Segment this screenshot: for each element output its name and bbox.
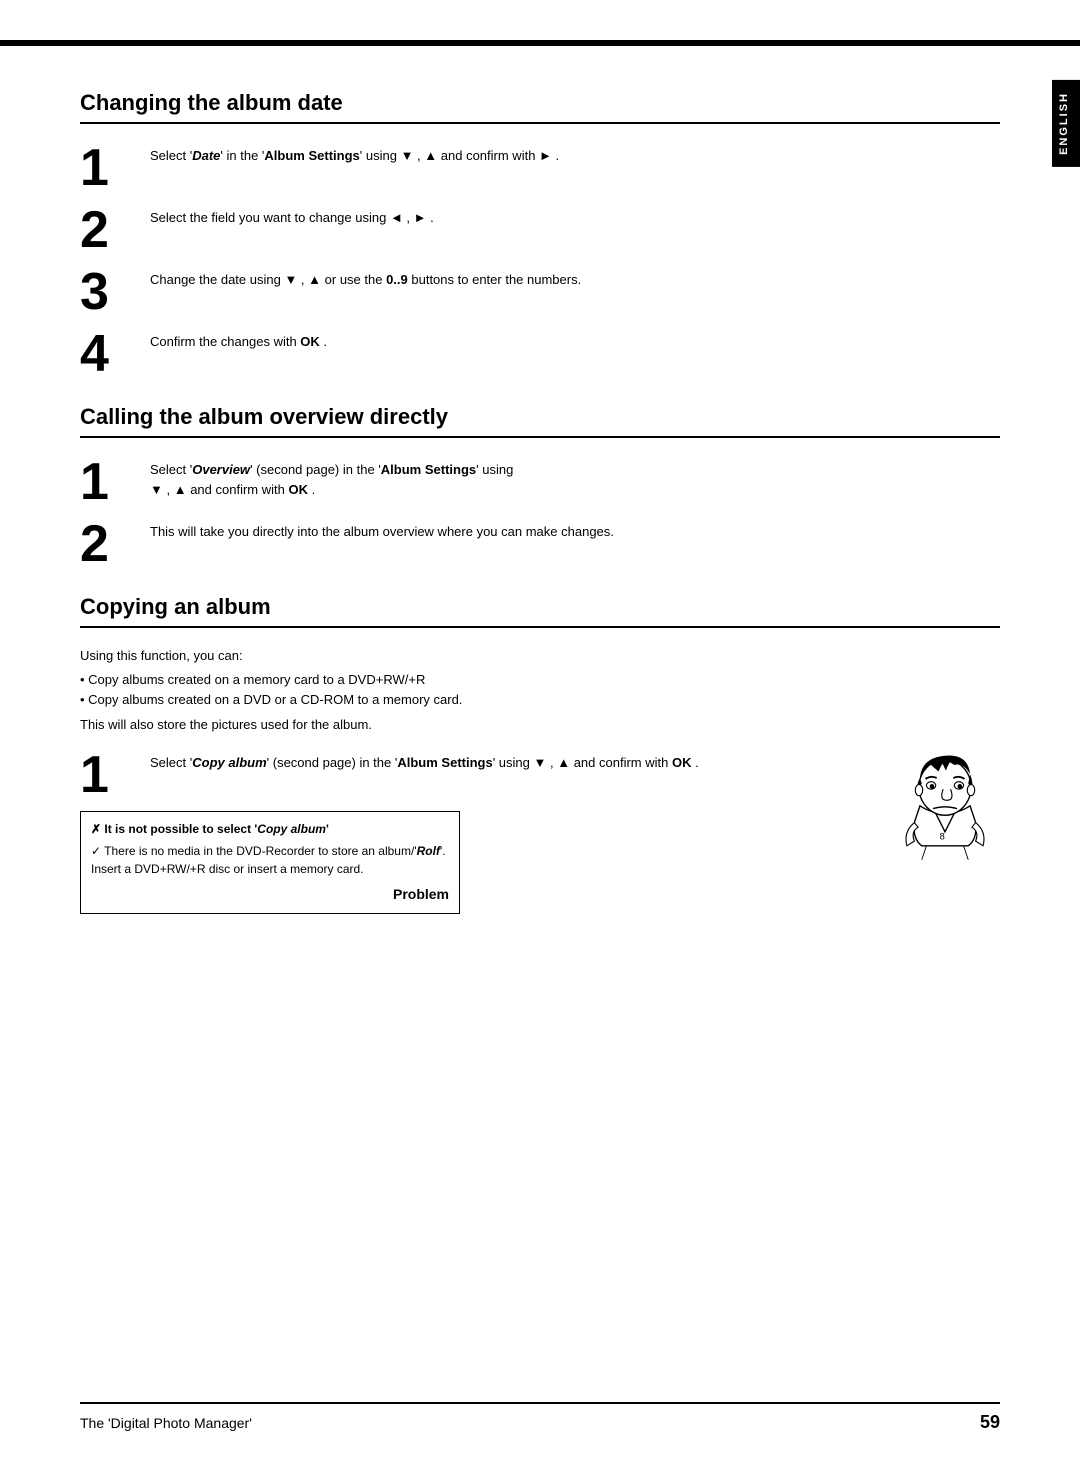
- term-overview: Overview: [192, 462, 250, 477]
- step-row: 1 Select 'Date' in the 'Album Settings' …: [80, 142, 1000, 194]
- arrow-up-icon: ▲: [424, 148, 437, 163]
- step-number-4: 4: [80, 328, 150, 380]
- term-copy-album: Copy album: [192, 755, 266, 770]
- section-heading-1: Changing the album date: [80, 90, 1000, 116]
- step-row: 2 This will take you directly into the a…: [80, 518, 1000, 570]
- step-content-1: Select 'Date' in the 'Album Settings' us…: [150, 142, 1000, 166]
- term-album-settings: Album Settings: [381, 462, 476, 477]
- svg-text:8: 8: [940, 831, 945, 841]
- intro-text: Using this function, you can:: [80, 646, 1000, 666]
- steps-container-1: 1 Select 'Date' in the 'Album Settings' …: [80, 142, 1000, 380]
- problem-area: 1 Select 'Copy album' (second page) in t…: [80, 749, 1000, 914]
- heading-underline-3: [80, 626, 1000, 628]
- step-number-2: 2: [80, 204, 150, 256]
- section-heading-3: Copying an album: [80, 594, 1000, 620]
- problem-box-cross-item: ✗ It is not possible to select 'Copy alb…: [91, 820, 449, 838]
- bullet-list: Copy albums created on a memory card to …: [80, 670, 1000, 712]
- step-number-2: 2: [80, 518, 150, 570]
- heading-underline-2: [80, 436, 1000, 438]
- step-content-4: Confirm the changes with OK .: [150, 328, 1000, 352]
- list-item: Copy albums created on a DVD or a CD-ROM…: [80, 690, 1000, 711]
- step-content-2: This will take you directly into the alb…: [150, 518, 1000, 542]
- term-album-settings: Album Settings: [397, 755, 492, 770]
- arrow-right-icon: ►: [414, 210, 427, 225]
- arrow-down-icon: ▼: [534, 755, 547, 770]
- arrow-down-icon: ▼: [401, 148, 414, 163]
- section-calling-album-overview: Calling the album overview directly 1 Se…: [80, 404, 1000, 570]
- term-date: Date: [192, 148, 220, 163]
- step-number-1: 1: [80, 749, 150, 801]
- section-changing-album-date: Changing the album date 1 Select 'Date' …: [80, 90, 1000, 380]
- problem-cross-text: It is not possible to select 'Copy album…: [104, 822, 328, 836]
- footer-left-text: The 'Digital Photo Manager': [80, 1415, 252, 1431]
- section-copying-album: Copying an album Using this function, yo…: [80, 594, 1000, 914]
- footer: The 'Digital Photo Manager' 59: [80, 1402, 1000, 1433]
- step-content-3: Change the date using ▼ , ▲ or use the 0…: [150, 266, 1000, 290]
- term-ok: OK: [288, 482, 308, 497]
- footer-page-number: 59: [980, 1412, 1000, 1433]
- arrow-down-icon: ▼: [284, 272, 297, 287]
- step-row: 1 Select 'Copy album' (second page) in t…: [80, 749, 870, 801]
- heading-underline-1: [80, 122, 1000, 124]
- cross-icon: ✗: [91, 822, 104, 836]
- arrow-up-icon: ▲: [174, 482, 187, 497]
- step-content-1: Select 'Overview' (second page) in the '…: [150, 456, 1000, 499]
- step-content-1: Select 'Copy album' (second page) in the…: [150, 749, 870, 773]
- term-rolf: Rolf: [417, 844, 440, 858]
- step-row: 2 Select the field you want to change us…: [80, 204, 1000, 256]
- page-container: ENGLISH Changing the album date 1 Select…: [0, 0, 1080, 1473]
- character-illustration: 8: [890, 739, 1000, 872]
- arrow-up-icon: ▲: [557, 755, 570, 770]
- character-svg: 8: [890, 739, 1000, 869]
- section-heading-2: Calling the album overview directly: [80, 404, 1000, 430]
- arrow-right-icon: ►: [539, 148, 552, 163]
- problem-box: ✗ It is not possible to select 'Copy alb…: [80, 811, 460, 914]
- term-ok: OK: [300, 334, 320, 349]
- term-09: 0..9: [386, 272, 408, 287]
- step-and-problem: 1 Select 'Copy album' (second page) in t…: [80, 749, 870, 914]
- top-border: [0, 40, 1080, 46]
- side-tab-english: ENGLISH: [1052, 80, 1080, 167]
- problem-box-check-item: ✓ There is no media in the DVD-Recorder …: [91, 842, 449, 878]
- step-number-1: 1: [80, 456, 150, 508]
- step-row: 3 Change the date using ▼ , ▲ or use the…: [80, 266, 1000, 318]
- step-content-2: Select the field you want to change usin…: [150, 204, 1000, 228]
- step-number-3: 3: [80, 266, 150, 318]
- term-ok: OK: [672, 755, 692, 770]
- list-item: Copy albums created on a memory card to …: [80, 670, 1000, 691]
- arrow-down-icon: ▼: [150, 482, 163, 497]
- check-icon: ✓: [91, 844, 104, 858]
- term-album-settings: Album Settings: [264, 148, 359, 163]
- intro-text-2: This will also store the pictures used f…: [80, 715, 1000, 735]
- arrow-up-icon: ▲: [308, 272, 321, 287]
- step-row: 1 Select 'Overview' (second page) in the…: [80, 456, 1000, 508]
- problem-label: Problem: [393, 886, 449, 902]
- arrow-left-icon: ◄: [390, 210, 403, 225]
- step-number-1: 1: [80, 142, 150, 194]
- steps-container-2: 1 Select 'Overview' (second page) in the…: [80, 456, 1000, 570]
- step-row: 4 Confirm the changes with OK .: [80, 328, 1000, 380]
